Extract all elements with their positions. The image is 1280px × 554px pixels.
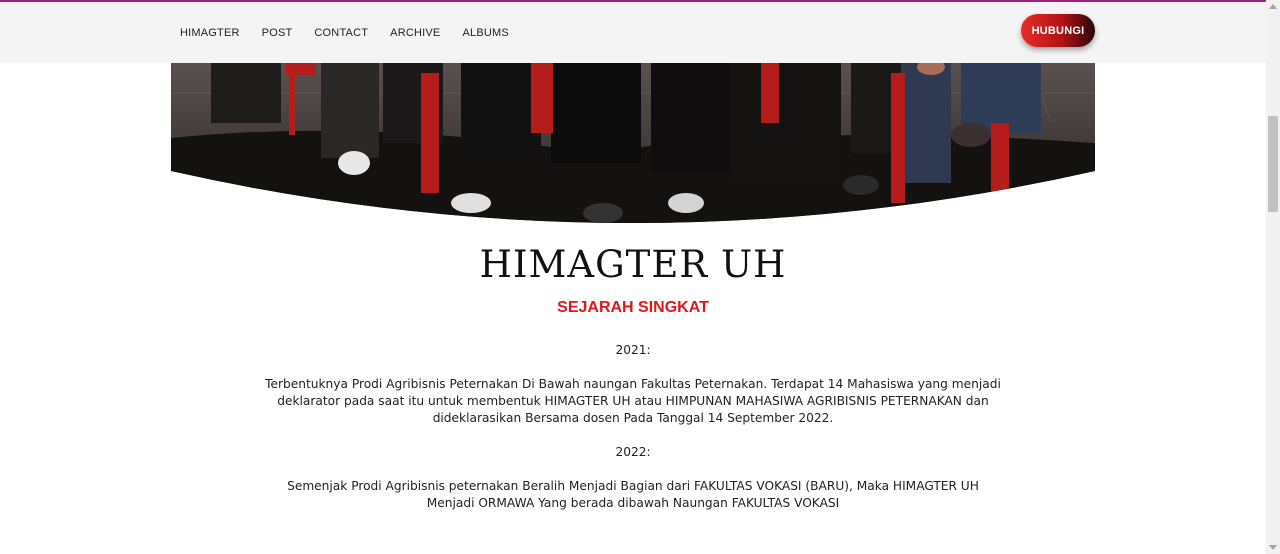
- nav-item-albums[interactable]: ALBUMS: [462, 27, 508, 39]
- hero-group-photo: [171, 63, 1095, 228]
- page-title: HIMAGTER UH: [479, 243, 787, 286]
- scroll-up-arrow-icon[interactable]: [1269, 4, 1277, 9]
- nav-menu: HIMAGTER POST CONTACT ARCHIVE ALBUMS: [180, 2, 531, 63]
- scroll-down-arrow-icon[interactable]: [1269, 545, 1277, 550]
- nav-item-himagter[interactable]: HIMAGTER: [180, 27, 240, 39]
- nav-item-contact[interactable]: CONTACT: [314, 27, 368, 39]
- nav-item-post[interactable]: POST: [262, 27, 293, 39]
- section-subtitle: SEJARAH SINGKAT: [557, 299, 709, 316]
- navbar: HIMAGTER POST CONTACT ARCHIVE ALBUMS HUB…: [0, 2, 1266, 63]
- scrollbar-thumb[interactable]: [1268, 116, 1278, 212]
- hero-photo-image: [171, 63, 1095, 223]
- history-paragraph-2022: Semenjak Prodi Agribisnis peternakan Ber…: [287, 479, 979, 510]
- year-label-2021: 2021:: [615, 343, 651, 357]
- hubungi-button[interactable]: HUBUNGI: [1021, 14, 1095, 47]
- vertical-scrollbar[interactable]: [1266, 0, 1280, 554]
- nav-item-archive[interactable]: ARCHIVE: [390, 27, 440, 39]
- year-label-2022: 2022:: [615, 445, 651, 459]
- main-content: HIMAGTER UH SEJARAH SINGKAT 2021: Terben…: [171, 228, 1095, 512]
- history-paragraph-2021: Terbentuknya Prodi Agribisnis Peternakan…: [265, 377, 1001, 425]
